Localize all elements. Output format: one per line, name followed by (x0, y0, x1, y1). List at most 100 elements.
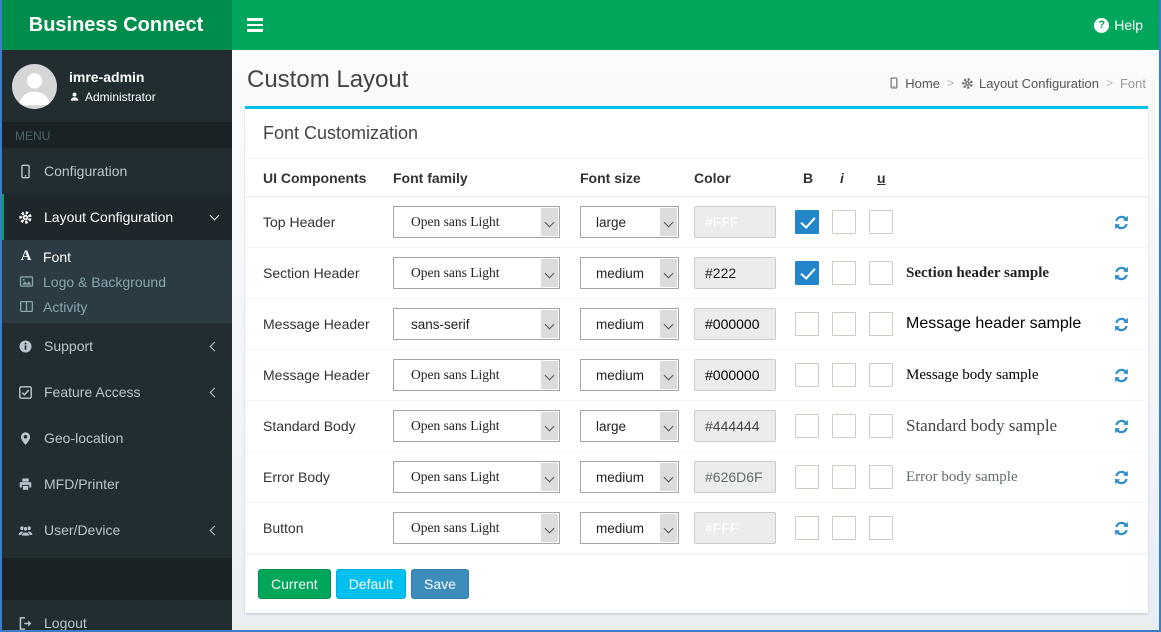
hamburger-icon (246, 18, 263, 21)
refresh-icon[interactable] (1100, 520, 1130, 537)
help-button[interactable]: ? Help (1076, 0, 1161, 50)
top-navbar: Business Connect ? Help (0, 0, 1161, 50)
italic-checkbox[interactable] (832, 210, 856, 234)
underline-checkbox[interactable] (869, 210, 893, 234)
user-name: imre-admin (69, 68, 145, 85)
chevron-down-icon (209, 210, 220, 221)
underline-checkbox[interactable] (869, 516, 893, 540)
sidebar-item-feature-access[interactable]: Feature Access (0, 369, 232, 415)
bold-checkbox[interactable] (795, 210, 819, 234)
breadcrumb-separator: > (946, 76, 954, 90)
sidebar-subitem-font[interactable]: A Font (0, 244, 232, 269)
italic-checkbox[interactable] (832, 465, 856, 489)
underline-checkbox[interactable] (869, 261, 893, 285)
italic-checkbox[interactable] (832, 516, 856, 540)
save-button[interactable]: Save (411, 569, 469, 599)
sidebar-subitem-label: Font (43, 248, 72, 265)
color-input[interactable] (694, 512, 776, 544)
breadcrumb-layout-configuration-link[interactable]: Layout Configuration (961, 76, 1099, 91)
col-header-italic: i (840, 169, 844, 186)
font-family-select[interactable]: Open sans Light (393, 206, 560, 238)
refresh-icon[interactable] (1100, 316, 1130, 333)
refresh-icon[interactable] (1100, 214, 1130, 231)
bold-checkbox[interactable] (795, 465, 819, 489)
sidebar-subitem-activity[interactable]: Activity (0, 294, 232, 319)
sidebar-item-mfd-printer[interactable]: MFD/Printer (0, 461, 232, 507)
sign-out-icon (15, 616, 35, 631)
font-size-select[interactable]: medium (580, 359, 679, 391)
sidebar-item-user-device[interactable]: User/Device (0, 507, 232, 553)
sidebar-item-layout-configuration[interactable]: Layout Configuration (0, 194, 232, 240)
col-header-underline: u (877, 169, 886, 186)
layout-configuration-submenu: A Font Logo & Background Activity (0, 240, 232, 323)
color-input[interactable] (694, 461, 776, 493)
sidebar-subitem-logo-background[interactable]: Logo & Background (0, 269, 232, 294)
underline-checkbox[interactable] (869, 312, 893, 336)
italic-checkbox[interactable] (832, 363, 856, 387)
panel-title: Font Customization (245, 109, 1148, 159)
font-family-select[interactable]: sans-serif (393, 308, 560, 340)
bold-checkbox[interactable] (795, 261, 819, 285)
bold-checkbox[interactable] (795, 363, 819, 387)
font-family-select[interactable]: Open sans Light (393, 512, 560, 544)
refresh-icon[interactable] (1100, 418, 1130, 435)
color-input[interactable] (694, 410, 776, 442)
user-panel: imre-admin Administrator (0, 50, 232, 122)
default-button[interactable]: Default (335, 569, 407, 599)
font-size-select[interactable]: large (580, 410, 679, 442)
sidebar-item-geo-location[interactable]: Geo-location (0, 415, 232, 461)
italic-checkbox[interactable] (832, 312, 856, 336)
refresh-icon[interactable] (1100, 469, 1130, 486)
image-icon (16, 274, 36, 289)
italic-checkbox[interactable] (832, 261, 856, 285)
users-icon (15, 523, 35, 538)
underline-checkbox[interactable] (869, 414, 893, 438)
chevron-left-icon (209, 387, 220, 397)
sidebar-toggle-button[interactable] (232, 0, 277, 50)
color-input[interactable] (694, 206, 776, 238)
menu-header: MENU (0, 122, 232, 148)
component-label: Section Header (263, 265, 360, 281)
font-size-select[interactable]: medium (580, 461, 679, 493)
font-family-select[interactable]: Open sans Light (393, 257, 560, 289)
table-row: Error Body Open sans Light medium Error … (245, 452, 1148, 503)
chevron-left-icon (209, 525, 220, 535)
content-header: Custom Layout Home > Layout Configuratio… (232, 50, 1161, 106)
question-circle-icon: ? (1094, 17, 1110, 33)
font-size-select[interactable]: medium (580, 308, 679, 340)
refresh-icon[interactable] (1100, 367, 1130, 384)
sidebar-item-label: User/Device (44, 522, 121, 538)
underline-checkbox[interactable] (869, 465, 893, 489)
current-button[interactable]: Current (258, 569, 331, 599)
table-row: Message Header sans-serif medium Message… (245, 299, 1148, 350)
font-family-select[interactable]: Open sans Light (393, 410, 560, 442)
font-size-select[interactable]: large (580, 206, 679, 238)
col-header-bold: B (803, 169, 814, 186)
font-size-select[interactable]: medium (580, 512, 679, 544)
font-family-select[interactable]: Open sans Light (393, 461, 560, 493)
color-input[interactable] (694, 257, 776, 289)
color-input[interactable] (694, 308, 776, 340)
sidebar-divider (0, 558, 232, 600)
bold-checkbox[interactable] (795, 516, 819, 540)
breadcrumb-home-link[interactable]: Home (888, 76, 940, 91)
italic-checkbox[interactable] (832, 414, 856, 438)
refresh-icon[interactable] (1100, 265, 1130, 282)
font-size-select[interactable]: medium (580, 257, 679, 289)
table-row: Top Header Open sans Light large (245, 197, 1148, 248)
sidebar-item-configuration[interactable]: Configuration (0, 148, 232, 194)
underline-checkbox[interactable] (869, 363, 893, 387)
font-family-select[interactable]: Open sans Light (393, 359, 560, 391)
map-marker-icon (15, 431, 35, 446)
bold-checkbox[interactable] (795, 312, 819, 336)
color-input[interactable] (694, 359, 776, 391)
brand-logo[interactable]: Business Connect (0, 0, 232, 50)
user-role-label: Administrator (85, 89, 156, 104)
sidebar-item-logout[interactable]: Logout (0, 600, 232, 632)
hamburger-icon (246, 29, 263, 32)
page-title: Custom Layout (247, 66, 409, 93)
bold-checkbox[interactable] (795, 414, 819, 438)
sidebar-item-support[interactable]: Support (0, 323, 232, 369)
main-content: Custom Layout Home > Layout Configuratio… (232, 50, 1161, 632)
sample-text: Error body sample (906, 468, 1018, 485)
